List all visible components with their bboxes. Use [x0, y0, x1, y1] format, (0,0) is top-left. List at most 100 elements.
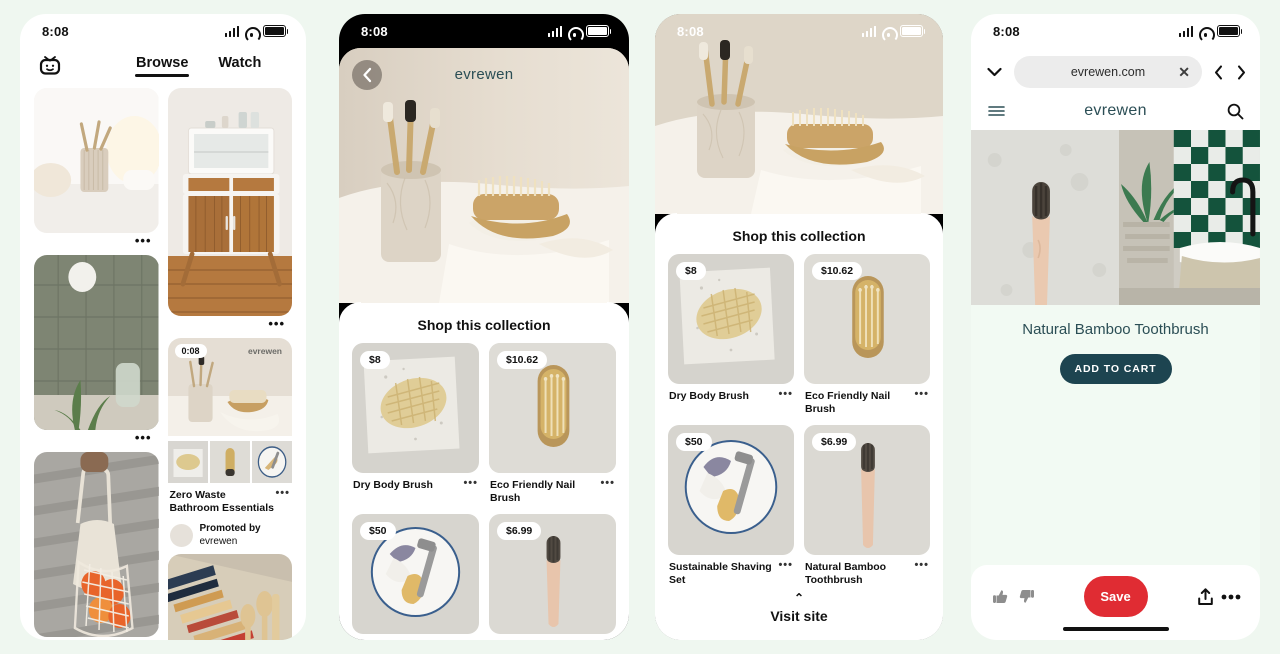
- product-name: Sustainable Shaving Set: [669, 561, 772, 587]
- status-time: 8:08: [361, 23, 388, 39]
- overflow-dots: •••: [134, 430, 152, 445]
- product-card[interactable]: $6.99 Natural Bamboo Toothbrush •••: [804, 425, 930, 587]
- product-card[interactable]: $10.62 Eco Friendly Nail Brush •••: [804, 254, 930, 416]
- url-input[interactable]: evrewen.com ✕: [1014, 56, 1202, 88]
- product-image-dry-body-brush[interactable]: $8: [352, 343, 479, 473]
- checkerboard-tiles: [1173, 130, 1260, 248]
- product-overflow-menu[interactable]: •••: [914, 389, 929, 400]
- ad-brand-name: evrewen: [454, 66, 514, 83]
- product-image-bamboo-toothbrush[interactable]: $6.99: [489, 514, 616, 635]
- product-image-eco-nail-brush[interactable]: $10.62: [489, 343, 616, 473]
- hamburger-menu-icon[interactable]: [985, 105, 1007, 117]
- product-card[interactable]: $8 Dry Body Brush •••: [352, 343, 479, 505]
- thumbs-down-icon[interactable]: [1015, 588, 1037, 605]
- pin-image-toothbrush-holder[interactable]: [34, 88, 159, 233]
- product-footer: Dry Body Brush •••: [352, 473, 479, 492]
- tab-watch[interactable]: Watch: [218, 55, 261, 75]
- status-time: 8:08: [677, 23, 704, 39]
- visit-site-footer[interactable]: ⌃ Visit site: [655, 584, 943, 640]
- status-bar: 8:08: [20, 14, 306, 48]
- battery-icon: [1217, 25, 1243, 37]
- browser-forward-button[interactable]: [1234, 64, 1248, 80]
- product-overflow-menu[interactable]: •••: [914, 560, 929, 571]
- product-footer: Sustainable Shaving Set •••: [668, 555, 794, 587]
- promoted-pin-media[interactable]: 0:08 evrewen: [167, 338, 292, 441]
- pin-overflow-menu[interactable]: •••: [168, 316, 293, 332]
- product-overflow-menu[interactable]: •••: [778, 560, 793, 571]
- pin-card[interactable]: [34, 452, 159, 637]
- battery-icon: [900, 25, 926, 37]
- url-text: evrewen.com: [1070, 65, 1146, 79]
- product-card[interactable]: $50: [352, 514, 479, 635]
- add-to-cart-button[interactable]: ADD TO CART: [1059, 353, 1172, 384]
- product-overflow-menu[interactable]: •••: [463, 478, 478, 489]
- product-image-shaving-set[interactable]: $50: [668, 425, 794, 556]
- product-name: Eco Friendly Nail Brush: [490, 479, 576, 505]
- ad-hero-image-scrolled[interactable]: 8:08: [655, 14, 943, 214]
- promoted-thumbnail-strip: [167, 441, 292, 483]
- chevron-down-icon[interactable]: [983, 67, 1005, 77]
- price-text: $10.62: [506, 354, 539, 366]
- promoted-thumb-dry-body-brush[interactable]: [167, 441, 208, 483]
- product-image-dry-body-brush[interactable]: $8: [668, 254, 794, 384]
- product-overflow-menu[interactable]: •••: [600, 478, 615, 489]
- more-ellipsis-icon[interactable]: [1220, 594, 1242, 600]
- pin-card[interactable]: •••: [34, 88, 159, 249]
- product-overflow-menu[interactable]: •••: [778, 389, 793, 400]
- tv-smiley-icon[interactable]: [38, 54, 62, 76]
- cellular-signal-icon: [547, 25, 562, 37]
- pin-image-green-tile-bathroom[interactable]: [34, 255, 159, 430]
- close-x-icon[interactable]: ✕: [1178, 65, 1190, 79]
- product-image-toothbrush[interactable]: [971, 130, 1120, 308]
- tab-browse-label: Browse: [136, 55, 189, 71]
- browser-back-button[interactable]: [1211, 64, 1225, 80]
- phone-in-app-browser: 8:08 evrewen.com ✕ evrewen Natural Bambo…: [971, 14, 1260, 640]
- promoted-by-text: Promoted by evrewen: [200, 522, 261, 548]
- pin-overflow-menu[interactable]: •••: [34, 430, 159, 446]
- sheet-title: Shop this collection: [732, 228, 866, 244]
- status-bar: 8:08: [655, 14, 943, 48]
- overflow-dots: •••: [268, 316, 285, 331]
- product-price: $10.62: [812, 262, 863, 280]
- promoted-brand-watermark: evrewen: [248, 346, 282, 356]
- sheet-notch-left: [339, 302, 361, 324]
- product-card[interactable]: $8 Dry Body Brush •••: [668, 254, 794, 416]
- product-hero-images[interactable]: [971, 130, 1260, 308]
- promoted-pin-card[interactable]: 0:08 evrewen Zero Waste Bathroom Essenti…: [167, 338, 292, 549]
- overflow-dots: •••: [134, 233, 152, 248]
- promoted-overflow-menu[interactable]: •••: [275, 488, 290, 515]
- product-image-bathroom-scene[interactable]: [1119, 130, 1260, 305]
- status-bar: 8:08: [339, 14, 629, 48]
- product-card[interactable]: $50 Sustainable Shaving Set •••: [668, 425, 794, 587]
- product-image-shaving-set[interactable]: $50: [352, 514, 479, 635]
- product-card[interactable]: $10.62 Eco Friendly Nail Brush •••: [489, 343, 616, 505]
- home-indicator: [1062, 626, 1169, 631]
- battery-icon: [586, 25, 612, 37]
- thumbs-up-icon[interactable]: [989, 588, 1011, 605]
- status-icons: [861, 25, 926, 37]
- promoted-thumb-shaving-set[interactable]: [251, 441, 292, 483]
- cellular-signal-icon: [1178, 25, 1193, 37]
- pin-card[interactable]: •••: [167, 88, 293, 332]
- promoted-advertiser: evrewen: [199, 536, 238, 548]
- search-icon[interactable]: [1224, 103, 1246, 120]
- promoted-thumb-nail-brush[interactable]: [209, 441, 250, 483]
- cellular-signal-icon: [861, 25, 876, 37]
- price-text: $6.99: [506, 525, 533, 538]
- product-price: $6.99: [812, 433, 857, 452]
- price-text: $8: [685, 265, 697, 277]
- product-card[interactable]: $6.99: [489, 514, 616, 635]
- pin-overflow-menu[interactable]: •••: [34, 233, 159, 249]
- ad-hero-image[interactable]: evrewen: [339, 48, 629, 303]
- pin-card[interactable]: •••: [34, 255, 159, 446]
- tab-browse[interactable]: Browse: [134, 55, 190, 77]
- share-upload-icon[interactable]: [1194, 587, 1216, 606]
- pin-card[interactable]: [167, 554, 292, 640]
- pin-image-wooden-cabinet[interactable]: [167, 88, 292, 316]
- pin-image-bamboo-cutlery[interactable]: [167, 554, 292, 640]
- product-image-eco-nail-brush[interactable]: $10.62: [804, 254, 930, 384]
- save-button[interactable]: Save: [1083, 576, 1148, 617]
- visit-site-label: Visit site: [770, 608, 828, 624]
- product-image-bamboo-toothbrush[interactable]: $6.99: [804, 425, 930, 556]
- pin-image-mesh-produce-bag[interactable]: [34, 452, 159, 637]
